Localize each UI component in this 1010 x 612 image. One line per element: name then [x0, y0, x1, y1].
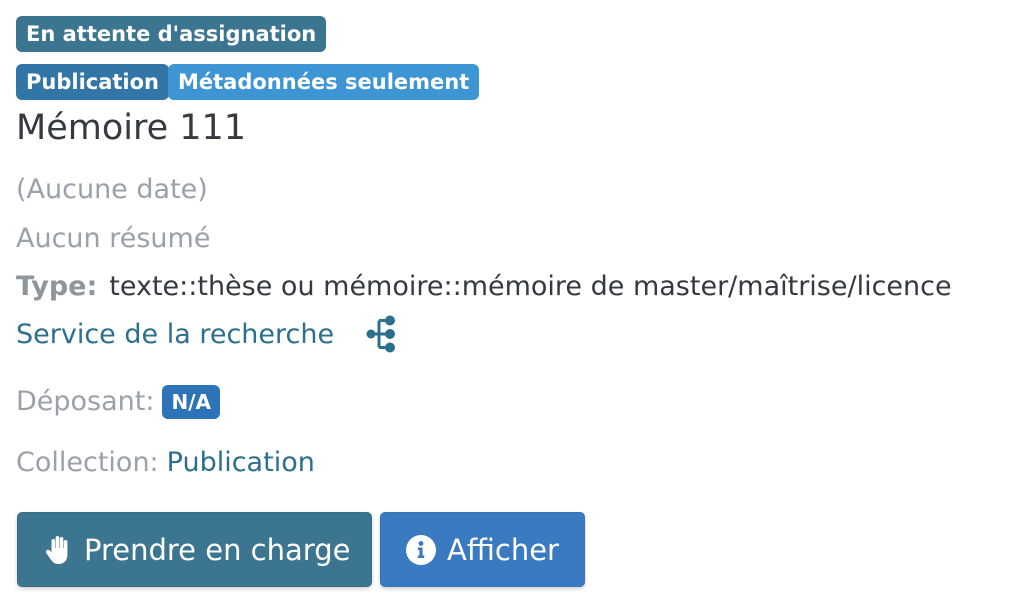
info-circle-icon [405, 534, 437, 566]
item-abstract: Aucun résumé [16, 223, 211, 254]
take-charge-button[interactable]: Prendre en charge [17, 512, 372, 587]
take-charge-label: Prendre en charge [84, 532, 351, 567]
item-collection: Collection: Publication [16, 445, 315, 481]
view-label: Afficher [447, 532, 559, 567]
item-depositor: Déposant: N/A [16, 382, 220, 422]
item-type: Type: texte::thèse ou mémoire::mémoire de… [16, 269, 952, 305]
item-service: Service de la recherche [16, 317, 334, 353]
collection-label: Collection: [16, 447, 159, 478]
item-date: (Aucune date) [16, 174, 208, 205]
hand-icon [42, 534, 74, 566]
sitemap-icon[interactable] [366, 315, 396, 353]
status-badge: En attente d'assignation [16, 16, 327, 52]
type-label: Type: [16, 271, 98, 302]
category-badge: Publication [16, 64, 170, 100]
service-link[interactable]: Service de la recherche [16, 319, 334, 350]
depositor-badge: N/A [162, 385, 220, 419]
type-value: texte::thèse ou mémoire::mémoire de mast… [109, 271, 952, 302]
submission-card: En attente d'assignation Publication Mét… [0, 0, 1010, 612]
view-button[interactable]: Afficher [380, 512, 585, 587]
metadata-only-badge: Métadonnées seulement [168, 64, 480, 100]
item-title: Mémoire 111 [16, 108, 247, 148]
depositor-label: Déposant: [16, 386, 155, 417]
collection-link[interactable]: Publication [167, 447, 315, 478]
